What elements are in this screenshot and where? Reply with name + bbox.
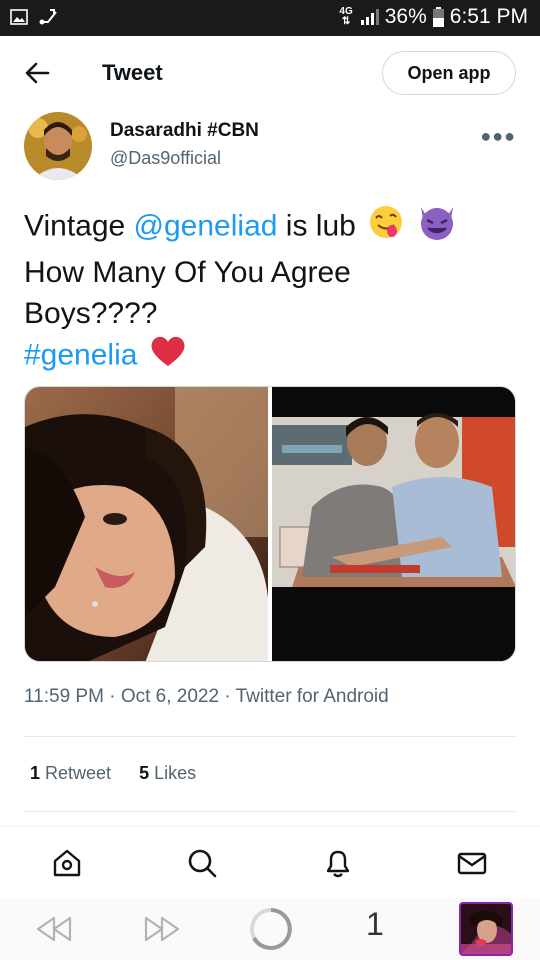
smiling-devil-emoji-icon — [417, 203, 457, 252]
more-options-icon[interactable]: ●●● — [480, 126, 516, 147]
tab-count[interactable]: 1 — [366, 906, 384, 943]
mail-icon[interactable] — [456, 847, 488, 879]
tweet-time: 11:59 PM — [24, 686, 104, 707]
tweet-line-2: How Many Of You Agree — [24, 256, 351, 289]
divider — [24, 736, 516, 737]
image-icon — [10, 9, 28, 25]
tweet-line-1: Vintage @geneliad is lub — [24, 203, 516, 252]
tweet-meta: 11:59 PM · Oct 6, 2022 · Twitter for And… — [24, 686, 389, 707]
tweet-line-4: #genelia — [24, 334, 516, 379]
author-name[interactable]: Dasaradhi #CBN — [110, 120, 259, 142]
tweet-text: Vintage @geneliad is lub How Many Of You… — [24, 203, 516, 379]
face-savoring-food-emoji-icon — [368, 204, 404, 251]
clock: 6:51 PM — [449, 5, 528, 28]
back-arrow-icon[interactable] — [24, 58, 50, 88]
red-heart-emoji-icon — [150, 334, 186, 379]
profile-thumbnail[interactable] — [459, 902, 513, 956]
battery-icon — [432, 7, 444, 27]
tweet-media — [24, 386, 516, 662]
media-image-1[interactable] — [25, 387, 268, 661]
loading-icon[interactable] — [248, 906, 294, 952]
home-icon[interactable] — [51, 847, 83, 879]
fast-forward-icon[interactable] — [142, 912, 182, 946]
browser-toolbar: 1 — [0, 898, 540, 960]
tweet-author: Dasaradhi #CBN @Das9official ●●● — [24, 112, 516, 182]
avatar[interactable] — [24, 112, 92, 180]
tweet-client[interactable]: Twitter for Android — [236, 686, 389, 707]
rewind-icon[interactable] — [34, 912, 74, 946]
page-title: Tweet — [102, 60, 163, 85]
usb-icon — [39, 9, 57, 25]
signal-icon — [360, 9, 379, 25]
battery-percent: 36% — [384, 5, 427, 28]
likes-stat[interactable]: 5 Likes — [139, 763, 196, 784]
tweet-date: Oct 6, 2022 — [120, 686, 220, 707]
bell-icon[interactable] — [322, 847, 354, 879]
tweet-stats: 1 Retweet 5 Likes — [30, 763, 196, 784]
tweet-line-3: Boys???? — [24, 297, 158, 330]
mention-link[interactable]: @geneliad — [134, 209, 278, 242]
bottom-nav — [0, 826, 540, 899]
divider — [24, 811, 516, 812]
open-app-button[interactable]: Open app — [382, 51, 516, 95]
network-type: 4G ⇅ — [339, 6, 353, 27]
tweet-header: Tweet Open app — [0, 44, 540, 104]
retweets-stat[interactable]: 1 Retweet — [30, 763, 111, 784]
status-bar: 4G ⇅ 36% 6:51 PM — [0, 0, 540, 36]
search-icon[interactable] — [186, 847, 218, 879]
author-handle[interactable]: @Das9official — [110, 148, 221, 169]
hashtag-link[interactable]: #genelia — [24, 338, 137, 371]
media-image-2[interactable] — [272, 387, 515, 661]
